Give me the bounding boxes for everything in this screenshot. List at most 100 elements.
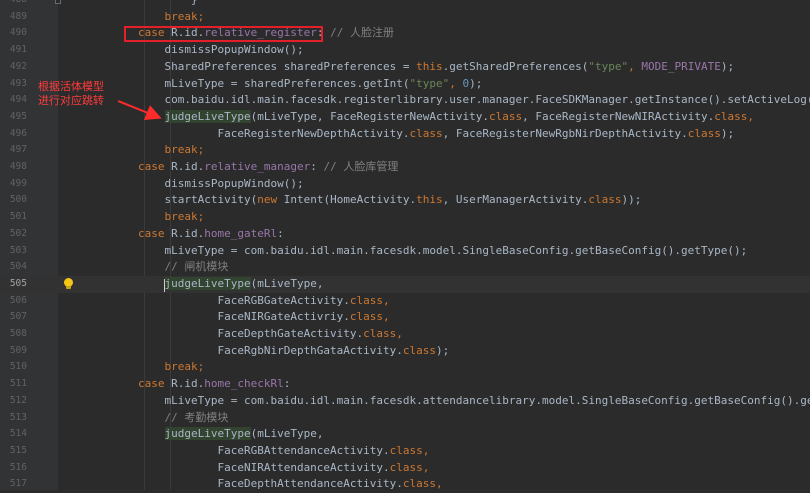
code-line[interactable]: 506 FaceRGBGateActivity.class,: [0, 293, 810, 310]
code-token: "type": [588, 59, 629, 73]
line-number: 506: [9, 294, 27, 306]
code-token: }: [138, 0, 198, 6]
code-token: break: [164, 360, 198, 374]
code-text[interactable]: break;: [138, 209, 810, 226]
code-token: mLiveType = com.baidu.idl.main.facesdk.m…: [138, 243, 576, 257]
code-text[interactable]: break;: [138, 359, 810, 376]
code-token: (mLiveType,: [250, 276, 324, 290]
code-line[interactable]: 499 dismissPopupWindow();: [0, 176, 810, 193]
code-text[interactable]: case R.id.home_checkRl:: [138, 376, 810, 393]
code-text[interactable]: dismissPopupWindow();: [138, 42, 810, 59]
line-number: 515: [9, 444, 27, 456]
line-number: 492: [9, 60, 27, 72]
code-text[interactable]: FaceDepthGateActivity.class,: [138, 326, 810, 343]
code-line[interactable]: 504 // 闸机模块: [0, 259, 810, 276]
code-text[interactable]: break;: [138, 9, 810, 26]
code-editor[interactable]: 488 }489 break;490case R.id.relative_reg…: [0, 0, 810, 490]
code-token: class: [402, 477, 437, 491]
code-text[interactable]: case R.id.relative_manager: // 人脸库管理: [138, 159, 810, 176]
code-token: // 人脸注册: [330, 26, 394, 40]
code-line[interactable]: 512 mLiveType = com.baidu.idl.main.faces…: [0, 393, 810, 410]
code-line[interactable]: 492 SharedPreferences sharedPreferences …: [0, 59, 810, 76]
code-line[interactable]: 505 judgeLiveType(mLiveType,: [0, 275, 810, 293]
code-text[interactable]: FaceRgbNirDepthGataActivity.class);: [138, 343, 810, 360]
code-text[interactable]: FaceRGBAttendanceActivity.class,: [138, 443, 810, 460]
code-text[interactable]: break;: [138, 142, 810, 159]
code-line[interactable]: 516 FaceNIRAttendanceActivity.class,: [0, 460, 810, 477]
code-token: R.id.: [171, 226, 205, 240]
code-token: R.id.: [171, 377, 205, 391]
code-text[interactable]: judgeLiveType(mLiveType,: [138, 426, 810, 443]
code-token: class: [687, 126, 721, 140]
text-caret: [164, 279, 165, 292]
fold-marker-icon[interactable]: [55, 0, 61, 4]
code-token: ,: [383, 293, 390, 307]
code-line[interactable]: 491 dismissPopupWindow();: [0, 42, 810, 59]
lightbulb-icon[interactable]: [64, 278, 73, 289]
code-token: relative_manager: [204, 160, 311, 173]
code-text[interactable]: // 闸机模块: [138, 259, 810, 276]
code-line[interactable]: 517 FaceDepthAttendanceActivity.class,: [0, 476, 810, 493]
code-line[interactable]: 513 // 考勤模块: [0, 410, 810, 427]
code-line[interactable]: 500 startActivity(new Intent(HomeActivit…: [0, 192, 810, 209]
line-number: 495: [9, 110, 27, 122]
code-line[interactable]: 502 case R.id.home_gateRl:: [0, 226, 810, 243]
line-number: 504: [9, 261, 27, 273]
code-text[interactable]: startActivity(new Intent(HomeActivity.th…: [138, 192, 810, 209]
code-text[interactable]: judgeLiveType(mLiveType,: [138, 276, 810, 293]
code-text[interactable]: FaceRegisterNewDepthActivity.class, Face…: [138, 126, 810, 143]
code-token: ,: [422, 460, 430, 474]
code-line[interactable]: 498 case R.id.relative_manager: // 人脸库管理: [0, 159, 810, 176]
code-line[interactable]: 496 FaceRegisterNewDepthActivity.class, …: [0, 126, 810, 143]
code-text[interactable]: mLiveType = com.baidu.idl.main.facesdk.m…: [138, 243, 810, 260]
code-text[interactable]: }: [138, 0, 810, 9]
code-token: com.baidu.idl.main.facesdk.registerlibra…: [138, 93, 635, 107]
code-line[interactable]: 509 FaceRgbNirDepthGataActivity.class);: [0, 343, 810, 360]
line-number: 512: [9, 394, 27, 406]
code-text[interactable]: case R.id.home_gateRl:: [138, 226, 810, 243]
code-line[interactable]: 495 judgeLiveType(mLiveType, FaceRegiste…: [0, 109, 810, 126]
code-text[interactable]: // 考勤模块: [138, 410, 810, 427]
code-line[interactable]: 515 FaceRGBAttendanceActivity.class,: [0, 443, 810, 460]
code-text[interactable]: SharedPreferences sharedPreferences = th…: [138, 59, 810, 76]
code-text[interactable]: mLiveType = sharedPreferences.getInt("ty…: [138, 76, 810, 93]
code-line[interactable]: 497 break;: [0, 142, 810, 159]
code-token: (mLiveType, FaceRegisterNewActivity.: [250, 109, 490, 123]
code-text[interactable]: mLiveType = com.baidu.idl.main.facesdk.a…: [138, 393, 810, 410]
code-text[interactable]: com.baidu.idl.main.facesdk.registerlibra…: [138, 92, 810, 109]
code-text[interactable]: judgeLiveType(mLiveType, FaceRegisterNew…: [138, 109, 810, 126]
code-token: class: [409, 126, 443, 140]
code-token: startActivity(: [138, 193, 258, 207]
code-line[interactable]: 510 break;: [0, 359, 810, 376]
code-text[interactable]: FaceDepthAttendanceActivity.class,: [138, 476, 810, 493]
code-token: (mLiveType,: [250, 427, 324, 441]
code-text[interactable]: FaceNIRAttendanceActivity.class,: [138, 460, 810, 477]
code-line[interactable]: 488 }: [0, 0, 810, 9]
code-token: // 考勤模块: [164, 410, 229, 424]
code-line[interactable]: 508 FaceDepthGateActivity.class,: [0, 326, 810, 343]
annotation-note: 根据活体模型 进行对应跳转: [38, 80, 128, 108]
code-token: getBaseConfig: [694, 393, 781, 407]
code-text[interactable]: dismissPopupWindow();: [138, 176, 810, 193]
code-line[interactable]: 507 FaceNIRGateActivriy.class,: [0, 309, 810, 326]
code-text[interactable]: FaceNIRGateActivriy.class,: [138, 309, 810, 326]
code-token: getBaseConfig: [575, 243, 662, 257]
code-line[interactable]: 511 case R.id.home_checkRl:: [0, 376, 810, 393]
code-line[interactable]: 490 case R.id.relative_register: // 人脸注册: [0, 25, 810, 42]
line-number: 497: [9, 144, 27, 156]
code-line[interactable]: 489 break;: [0, 9, 810, 26]
code-line[interactable]: 514 judgeLiveType(mLiveType,: [0, 426, 810, 443]
code-line[interactable]: 503 mLiveType = com.baidu.idl.main.faces…: [0, 243, 810, 260]
code-token: ,: [747, 109, 754, 123]
code-token: case: [138, 226, 172, 240]
code-line[interactable]: 501 break;: [0, 209, 810, 226]
code-token: class: [402, 343, 437, 357]
code-token: ().getType();: [661, 243, 748, 257]
code-token: // 闸机模块: [164, 260, 229, 274]
code-text[interactable]: FaceRGBGateActivity.class,: [138, 293, 810, 310]
line-number: 500: [9, 194, 27, 206]
code-token: ,: [436, 477, 443, 491]
